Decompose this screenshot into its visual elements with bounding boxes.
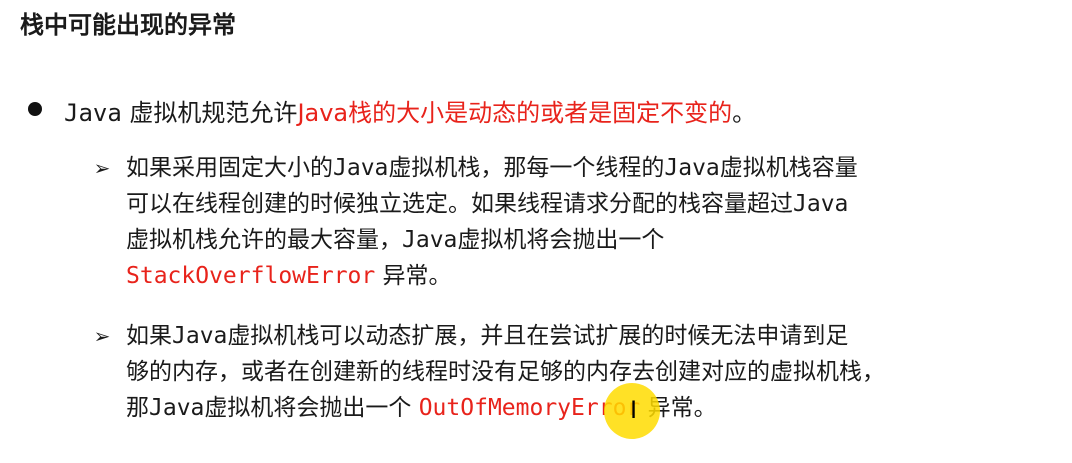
bullet-prefix-mono: Java (64, 99, 122, 127)
text-run: 可以在线程创建的时候独立选定。如果线程请求分配的栈容量超过 (126, 191, 793, 217)
text-line: 如果Java虚拟机栈可以动态扩展，并且在尝试扩展的时候无法申请到足 (126, 318, 885, 354)
text-run: 异常。 (375, 263, 452, 289)
text-run-mono: Java (664, 155, 720, 181)
text-run: 如果 (126, 323, 172, 349)
text-line: 够的内存，或者在创建新的线程时没有足够的内存去创建对应的虚拟机栈， (126, 354, 885, 390)
text-run: 虚拟机栈，那每一个线程的 (388, 155, 665, 181)
text-run-mono: Java (333, 155, 389, 181)
text-line: 如果采用固定大小的Java虚拟机栈，那每一个线程的Java虚拟机栈容量 (126, 150, 858, 186)
error-name-stackoverflow: StackOverflowError (126, 263, 376, 289)
text-line: 虚拟机栈允许的最大容量，Java虚拟机将会抛出一个 (126, 222, 858, 258)
text-line: StackOverflowError 异常。 (126, 258, 858, 294)
text-run: 虚拟机栈可以动态扩展，并且在尝试扩展的时候无法申请到足 (227, 323, 849, 349)
arrow-bullet-icon: ➢ (93, 156, 111, 180)
bullet-suffix: 。 (732, 99, 757, 127)
text-line: 可以在线程创建的时候独立选定。如果线程请求分配的栈容量超过Java (126, 186, 858, 222)
text-run: 虚拟机将会抛出一个 (457, 227, 665, 253)
text-run-mono: Java (172, 323, 228, 349)
bullet-text: Java 虚拟机规范允许Java栈的大小是动态的或者是固定不变的。 (64, 95, 756, 131)
text-run: 那 (126, 395, 149, 421)
sub-bullet-text: 如果Java虚拟机栈可以动态扩展，并且在尝试扩展的时候无法申请到足 够的内存，或… (126, 318, 885, 426)
text-run: 如果采用固定大小的 (126, 155, 333, 181)
text-run: 虚拟机将会抛出一个 (204, 395, 419, 421)
bullet-prefix-text: 虚拟机规范允许 (121, 99, 298, 127)
text-run: 虚拟机栈容量 (719, 155, 858, 181)
bullet-highlight: Java栈的大小是动态的或者是固定不变的 (297, 99, 733, 127)
arrow-bullet-icon: ➢ (93, 324, 111, 348)
text-run-mono: Java (793, 191, 849, 217)
text-run: 够的内存，或者在创建新的线程时没有足够的内存去创建对应的虚拟机栈， (126, 359, 885, 385)
bullet-dot-icon (28, 102, 42, 116)
text-run: 虚拟机栈允许的最大容量， (126, 227, 402, 253)
text-cursor-icon: I (630, 396, 638, 424)
page-title: 栈中可能出现的异常 (20, 10, 236, 39)
text-line: 那Java虚拟机将会抛出一个 OutOfMemoryError 异常。 (126, 390, 885, 426)
text-run-mono: Java (402, 227, 458, 253)
text-run-mono: Java (149, 395, 205, 421)
sub-bullet-text: 如果采用固定大小的Java虚拟机栈，那每一个线程的Java虚拟机栈容量 可以在线… (126, 150, 858, 294)
